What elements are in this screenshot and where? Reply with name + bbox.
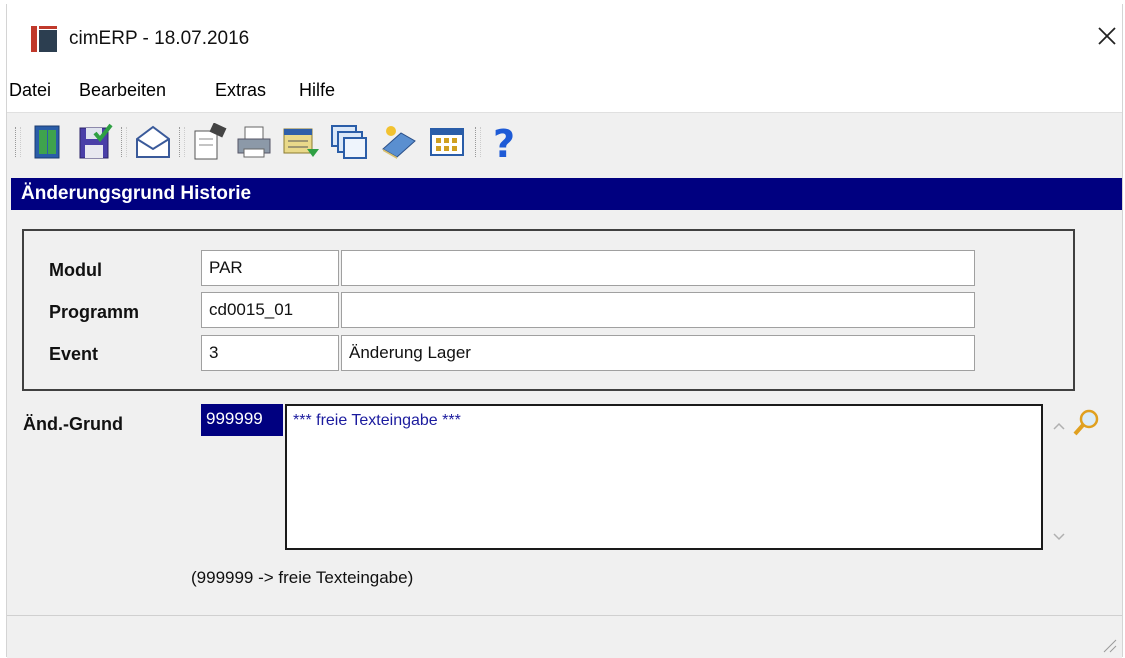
lookup-button[interactable]	[1071, 408, 1101, 440]
toolbar-separator	[121, 127, 127, 157]
event-description-field[interactable]: Änderung Lager	[341, 335, 975, 371]
calendar-grid-icon	[430, 128, 464, 156]
modul-label: Modul	[49, 260, 102, 280]
windows-button[interactable]	[329, 123, 369, 161]
book-button[interactable]	[379, 123, 419, 161]
help-button[interactable]: ?	[485, 122, 525, 166]
reason-text-area[interactable]: *** freie Texteingabe ***	[285, 404, 1043, 550]
scroll-up-button[interactable]	[1049, 416, 1069, 436]
chevron-down-icon	[1053, 533, 1065, 541]
print-button[interactable]	[235, 123, 275, 161]
reason-label: Änd.-Grund	[23, 414, 123, 434]
window-title: cimERP - 18.07.2016	[69, 28, 250, 49]
edit-document-icon	[194, 122, 227, 160]
toolbar-separator	[15, 127, 21, 157]
exit-button[interactable]	[27, 123, 67, 161]
cimerp-app-icon	[31, 26, 57, 52]
save-check-icon	[79, 123, 113, 159]
status-bar	[7, 615, 1122, 658]
resize-grip-icon[interactable]	[1100, 636, 1118, 654]
book-help-icon	[382, 126, 416, 159]
menu-hilfe[interactable]: Hilfe	[299, 80, 335, 101]
menu-extras[interactable]: Extras	[215, 80, 266, 101]
magnifier-icon	[1073, 409, 1099, 436]
export-list-icon	[283, 128, 319, 157]
close-button[interactable]	[1093, 22, 1121, 50]
app-window: cimERP - 18.07.2016 Datei Bearbeiten Ext…	[6, 4, 1123, 658]
save-button[interactable]	[75, 123, 115, 161]
exit-door-icon	[34, 125, 60, 159]
menu-bar: Datei Bearbeiten Extras Hilfe	[7, 70, 1122, 112]
scroll-down-button[interactable]	[1049, 526, 1069, 546]
programm-description-field[interactable]	[341, 292, 975, 328]
edit-button[interactable]	[189, 122, 229, 161]
calendar-button[interactable]	[427, 123, 467, 161]
chevron-up-icon	[1053, 422, 1065, 430]
reason-code-field[interactable]: 999999	[201, 404, 283, 436]
panel-header: Änderungsgrund Historie	[11, 178, 1122, 210]
help-question-icon: ?	[493, 122, 515, 166]
print-icon	[237, 126, 271, 158]
modul-code-field[interactable]: PAR	[201, 250, 339, 286]
event-label: Event	[49, 344, 99, 364]
modul-description-field[interactable]	[341, 250, 975, 286]
toolbar-separator	[179, 127, 185, 157]
reason-hint: (999999 -> freie Texteingabe)	[191, 568, 414, 587]
event-code-field[interactable]: 3	[201, 335, 339, 371]
programm-label: Programm	[49, 302, 140, 322]
export-list-button[interactable]	[281, 123, 321, 161]
mail-button[interactable]	[133, 123, 173, 161]
toolbar-separator	[475, 127, 481, 157]
title-bar: cimERP - 18.07.2016	[7, 4, 1122, 70]
windows-stack-icon	[331, 125, 367, 159]
menu-datei[interactable]: Datei	[9, 80, 51, 101]
toolbar: ?	[7, 112, 1122, 171]
panel-title: Änderungsgrund Historie	[21, 183, 252, 204]
svg-text:?: ?	[493, 123, 515, 161]
close-icon	[1098, 27, 1116, 45]
mail-envelope-icon	[136, 125, 170, 158]
menu-bearbeiten[interactable]: Bearbeiten	[79, 80, 166, 101]
programm-code-field[interactable]: cd0015_01	[201, 292, 339, 328]
